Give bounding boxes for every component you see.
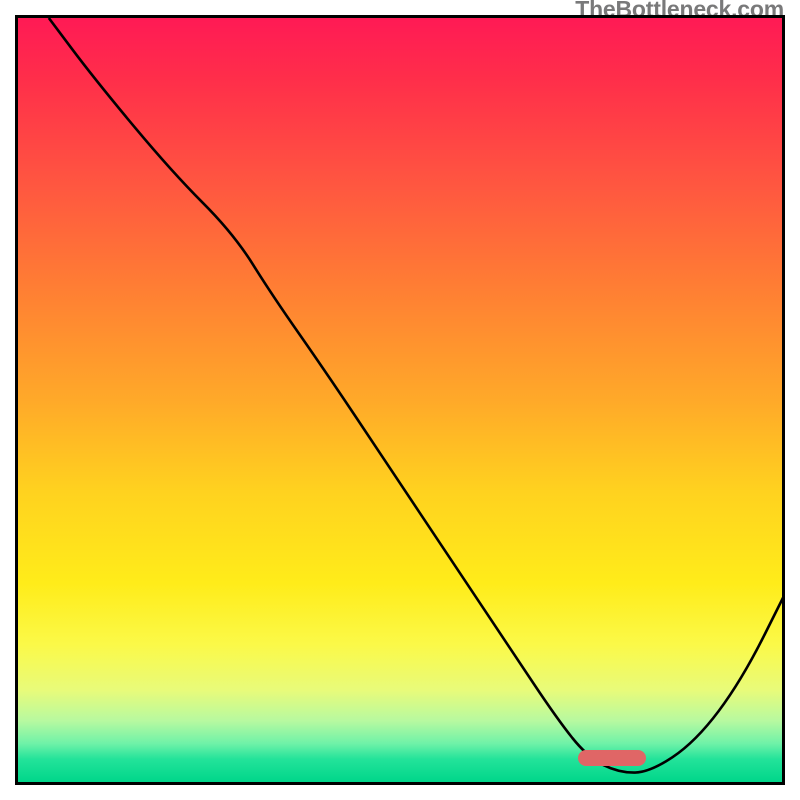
chart-frame xyxy=(15,15,785,785)
bottleneck-curve xyxy=(18,18,785,785)
optimal-range-marker xyxy=(578,750,646,766)
bottleneck-curve-path xyxy=(49,18,785,773)
